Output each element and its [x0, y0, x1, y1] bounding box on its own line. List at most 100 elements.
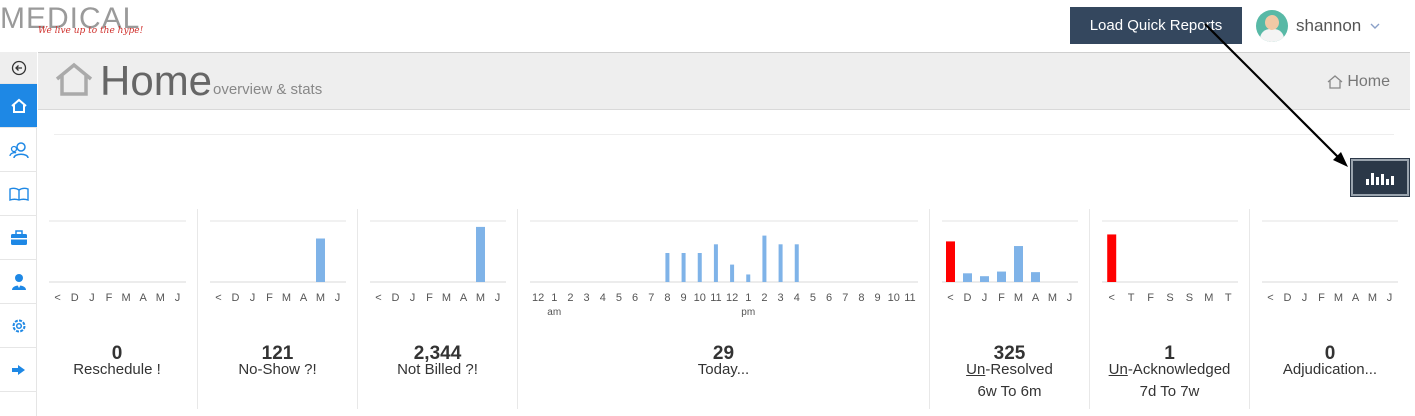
- sidebar-item-staff[interactable]: [0, 260, 37, 304]
- tick-label: 11: [904, 292, 915, 304]
- tick-sublabel-am: am: [547, 307, 561, 318]
- chart-bar: [794, 244, 799, 282]
- sparkline-today: 12 1 2 3 4 5 6 7 8 9 10 11 12 1 2 3 4 5 6 7 8 9 10 11am pm: [530, 220, 918, 318]
- chart-bar: [476, 226, 485, 282]
- sidebar-item-logout[interactable]: [0, 348, 37, 392]
- sidebar-item-work[interactable]: [0, 216, 37, 260]
- tick-label: 3: [778, 292, 784, 304]
- tick-label: A: [300, 292, 308, 304]
- sparkline-reschedule: < D J F M A M J: [49, 220, 186, 304]
- tick-label: M: [442, 292, 451, 304]
- sidebar-item-home[interactable]: [0, 84, 37, 128]
- bar-chart-icon: [1366, 172, 1394, 185]
- chart-bar: [713, 244, 718, 282]
- tick-label: F: [1318, 292, 1325, 304]
- tick-label: <: [54, 292, 60, 304]
- tick-label: J: [250, 292, 256, 304]
- tick-label: 8: [858, 292, 864, 304]
- stat-panel-unresolved[interactable]: < D J F M A M J 325 Un-Resolved 6w To 6m: [930, 209, 1090, 409]
- tick-label: M: [476, 292, 485, 304]
- tick-label: M: [1368, 292, 1377, 304]
- sidebar-item-patients[interactable]: [0, 128, 37, 172]
- sidebar-item-library[interactable]: [0, 172, 37, 216]
- tick-sublabel-pm: pm: [741, 307, 755, 318]
- chart-bar: [1031, 272, 1040, 282]
- chart-bar: [665, 253, 670, 282]
- stat-panel-adjudication[interactable]: < D J F M A M J 0 Adjudication...: [1250, 209, 1410, 409]
- tick-label: 11: [710, 292, 721, 304]
- tick-label: 2: [761, 292, 767, 304]
- tick-label: 2: [567, 292, 573, 304]
- sidebar-item-settings[interactable]: [0, 304, 37, 348]
- tick-label: M: [121, 292, 130, 304]
- tick-label: J: [1387, 292, 1393, 304]
- tick-label: A: [1352, 292, 1360, 304]
- chart-bar: [980, 276, 989, 282]
- book-icon: [8, 187, 29, 201]
- gear-icon: [12, 319, 25, 332]
- page-header: Home overview & stats Home: [38, 52, 1410, 110]
- chart-bar: [697, 253, 702, 282]
- chart-bar: [730, 264, 735, 282]
- breadcrumb[interactable]: Home: [1327, 73, 1390, 91]
- tick-label: D: [392, 292, 400, 304]
- stat-panel-unacknowledged[interactable]: < T F S S M T 1 Un-Acknowledged 7d To 7w: [1090, 209, 1250, 409]
- tick-label: 5: [616, 292, 622, 304]
- tick-label: <: [1267, 292, 1273, 304]
- tick-label: 7: [648, 292, 654, 304]
- sidebar-item-back[interactable]: [0, 52, 37, 84]
- tick-label: A: [460, 292, 468, 304]
- tick-label: J: [335, 292, 341, 304]
- tick-label: S: [1186, 292, 1193, 304]
- tick-label: M: [282, 292, 291, 304]
- tick-label: 1: [551, 292, 557, 304]
- tick-label: J: [982, 292, 988, 304]
- tick-label: D: [964, 292, 972, 304]
- tick-label: 5: [810, 292, 816, 304]
- chart-toggle-button[interactable]: [1350, 158, 1410, 197]
- sparkline-unresolved: < D J F M A M J: [942, 220, 1078, 304]
- stat-panel-reschedule[interactable]: < D J F M A M J 0 Reschedule !: [37, 209, 198, 409]
- brand-logo[interactable]: MEDICAL We live up to the hype!: [0, 4, 144, 37]
- stat-label: Reschedule !: [73, 361, 161, 378]
- tick-label: D: [1284, 292, 1292, 304]
- user-menu[interactable]: shannon: [1256, 10, 1381, 42]
- sign-out-icon: [11, 364, 25, 375]
- stat-panel-not-billed[interactable]: < D J F M A M J 2,344 Not Billed ?!: [358, 209, 518, 409]
- sparkline-adjudication: < D J F M A M J: [1262, 220, 1398, 304]
- back-arrow-icon: [11, 60, 26, 75]
- chart-bar: [681, 253, 686, 282]
- sparkline-no-show: < D J F M A M J: [210, 220, 346, 304]
- tick-label: F: [426, 292, 433, 304]
- briefcase-icon: [10, 229, 27, 245]
- tick-label: 8: [664, 292, 670, 304]
- chart-bar: [778, 244, 783, 282]
- home-icon: [1327, 75, 1343, 89]
- tick-label: S: [1166, 292, 1173, 304]
- tick-label: F: [266, 292, 273, 304]
- page-title: Home: [100, 57, 213, 104]
- stat-panel-no-show[interactable]: < D J F M A M J 121 No-Show ?!: [198, 209, 358, 409]
- tick-label: A: [1032, 292, 1040, 304]
- sparkline-not-billed: < D J F M A M J: [370, 220, 506, 304]
- tick-label: J: [495, 292, 501, 304]
- brand-tagline: We live up to the hype!: [38, 26, 144, 36]
- tick-label: <: [1108, 292, 1114, 304]
- tick-label: <: [947, 292, 953, 304]
- tick-label: T: [1128, 292, 1135, 304]
- home-icon: [55, 62, 93, 96]
- tick-label: 6: [632, 292, 638, 304]
- tick-label: 4: [600, 292, 606, 304]
- tick-label: D: [232, 292, 240, 304]
- tick-label: M: [1204, 292, 1213, 304]
- tick-label: F: [1147, 292, 1154, 304]
- home-icon: [10, 98, 27, 113]
- load-quick-reports-button[interactable]: Load Quick Reports: [1070, 7, 1242, 44]
- tick-label: F: [998, 292, 1005, 304]
- user-tie-icon: [11, 273, 26, 290]
- tick-label: 6: [826, 292, 832, 304]
- chart-bar: [746, 274, 751, 282]
- tick-label: T: [1225, 292, 1232, 304]
- stat-panel-today[interactable]: 12 1 2 3 4 5 6 7 8 9 10 11 12 1 2 3 4 5 6 7 8 9 10 11 am pm 29 To…: [518, 209, 930, 409]
- username: shannon: [1296, 16, 1362, 35]
